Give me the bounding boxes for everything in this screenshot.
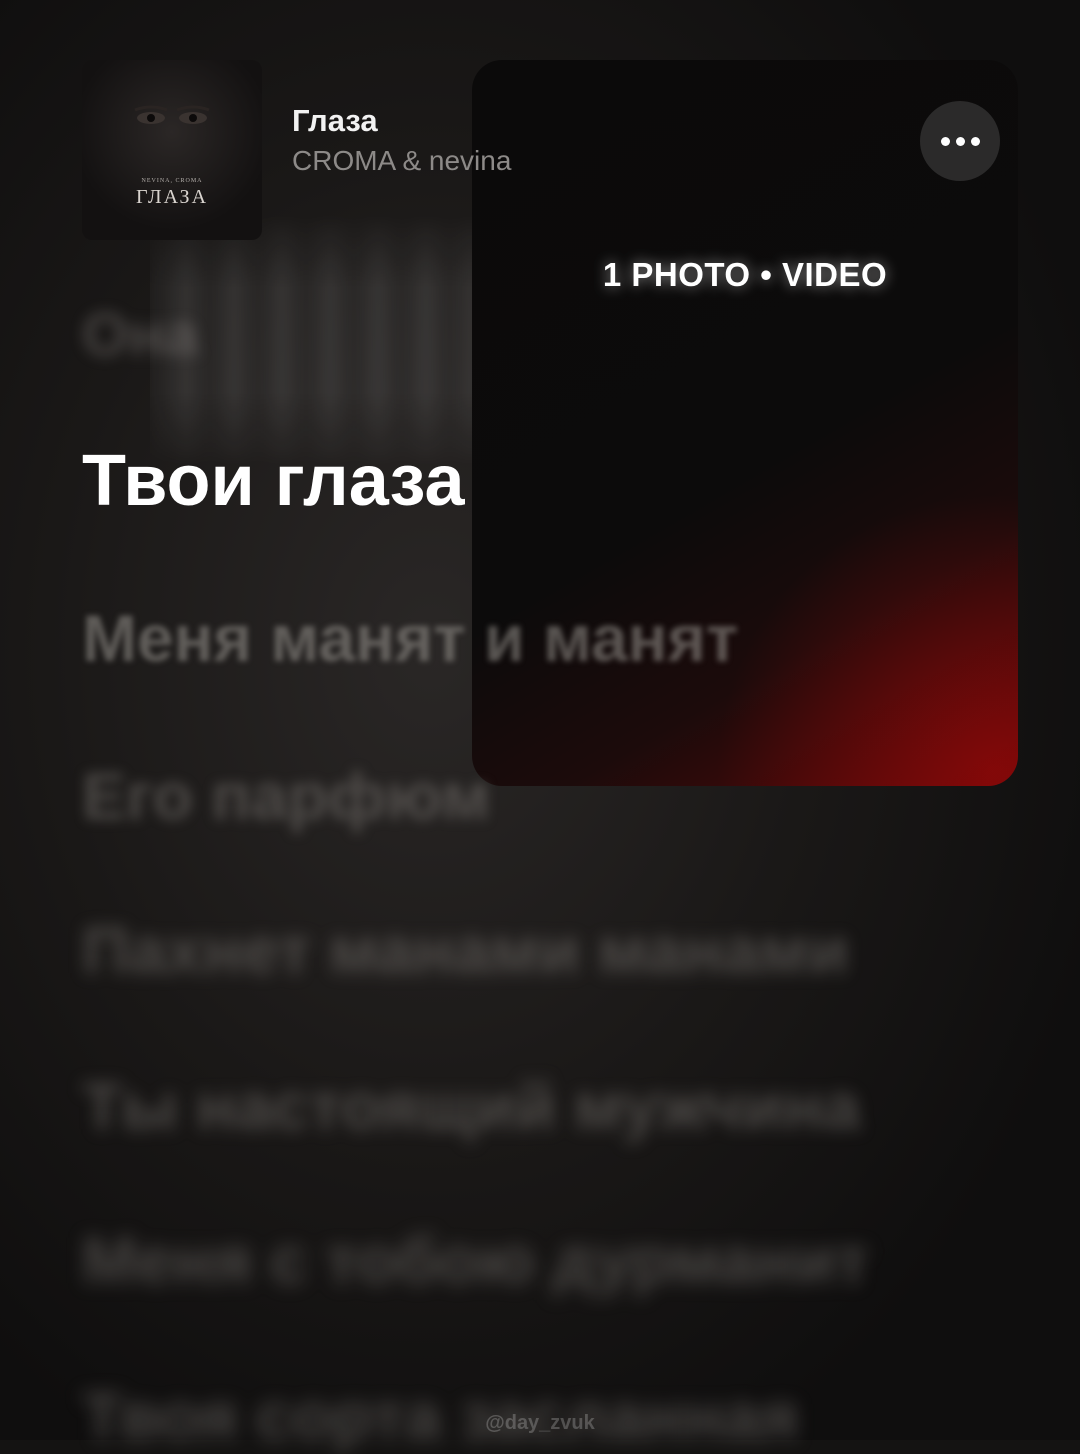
cover-text: NEVINA, CROMA ГЛАЗА [82, 178, 262, 209]
lyric-line[interactable]: Пахнет манами манами [82, 912, 849, 988]
watermark: @day_zvuk [485, 1412, 595, 1434]
more-horizontal-icon-dot [955, 136, 965, 146]
track-title[interactable]: Глаза [292, 103, 378, 139]
cover-eyes-art [134, 105, 210, 124]
lyric-line[interactable]: Меня с тобою дурманит [82, 1222, 868, 1298]
lyric-line[interactable]: Ты настоящий мужчина [82, 1068, 860, 1144]
lyric-line-previous[interactable]: Она [82, 300, 198, 369]
cover-artists: NEVINA, CROMA [141, 178, 203, 184]
waveform-glow [150, 210, 480, 470]
lyric-line[interactable]: Меня манят и манят [82, 600, 738, 676]
more-button[interactable] [920, 101, 1000, 181]
more-horizontal-icon-dot [970, 136, 980, 146]
lyric-line[interactable]: Его парфюм [82, 758, 490, 834]
media-count-label: 1 PHOTO • VIDEO [602, 256, 888, 293]
album-cover[interactable]: NEVINA, CROMA ГЛАЗА [82, 60, 262, 240]
more-horizontal-icon [940, 136, 950, 146]
cover-title: ГЛАЗА [135, 186, 209, 208]
track-artist[interactable]: CROMA & nevina [292, 145, 511, 177]
lyric-line-active[interactable]: Твои глаза [82, 440, 465, 522]
